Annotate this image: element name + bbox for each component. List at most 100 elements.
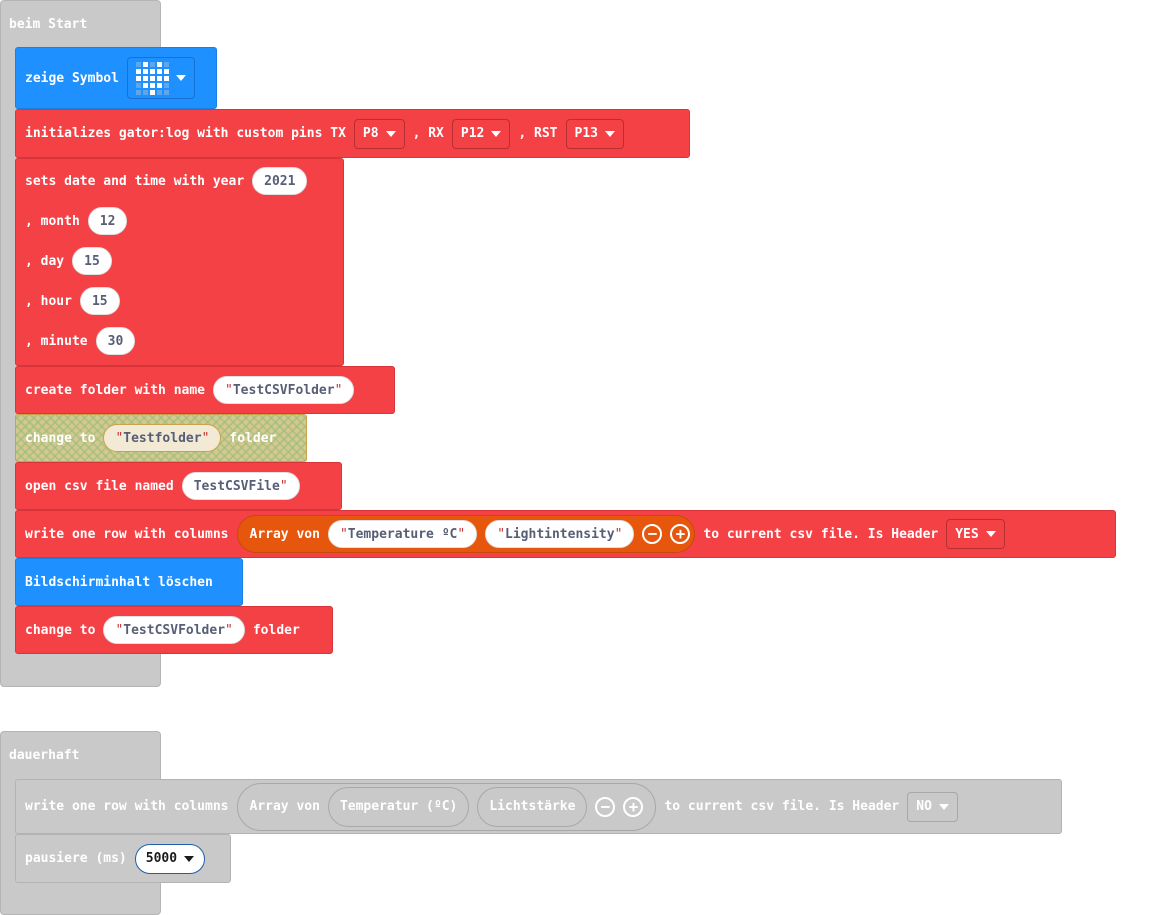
led-pixel [135,89,141,95]
column-2-input[interactable]: " Lightintensity " [485,520,635,548]
pause-block[interactable]: pausiere (ms) 5000 [15,834,231,883]
on-start-label: beim Start [9,17,88,32]
led-pixel [156,75,162,81]
write-row-block[interactable]: write one row with columns Array von " Te… [15,510,1116,558]
write-row-label: write one row with columns [25,799,229,814]
array-block[interactable]: Array von Temperatur (ºC) Lichtstärke − … [236,782,657,831]
year-input[interactable]: 2021 [252,167,308,195]
led-pixel [163,61,169,67]
pause-duration-value: 5000 [145,851,178,866]
day-label: , day [25,253,65,269]
open-csv-block[interactable]: open csv file named TestCSVFile " [15,462,342,510]
column-1-input[interactable]: " Temperature ºC " [327,520,478,548]
csv-name-input[interactable]: TestCSVFile " [181,472,300,500]
column-2-value: Lightintensity [505,526,615,542]
icon-picker[interactable] [126,57,195,99]
led-pixel [149,68,155,74]
hour-input[interactable]: 15 [79,287,120,315]
led-pixel [163,82,169,88]
column-1-value: Temperatur (ºC) [339,799,458,814]
minus-icon[interactable]: − [642,524,663,544]
chevron-down-icon [491,130,502,137]
write-row-disabled-block[interactable]: write one row with columns Array von Tem… [15,779,1062,834]
chevron-down-icon [385,130,396,137]
led-pixel [149,89,155,95]
led-pixel [142,89,148,95]
column-2-input[interactable]: Lichtstärke [477,786,588,827]
change-to-label: change to [25,622,96,638]
led-pixel [142,75,148,81]
day-row: , day 15 [25,241,112,281]
led-pixel [156,61,162,67]
change-folder-value: TestCSVFolder [123,622,226,638]
led-pixel [156,82,162,88]
month-label: , month [25,213,80,229]
change-folder-input[interactable]: " Testfolder " [103,424,222,452]
change-folder-disabled-block[interactable]: change to " Testfolder " folder [15,414,307,462]
array-label: Array von [249,526,320,542]
pause-duration-dropdown[interactable]: 5000 [134,843,206,874]
led-pixel [135,61,141,67]
pause-label: pausiere (ms) [25,851,127,866]
minute-label: , minute [25,333,88,349]
header-dropdown[interactable]: YES [946,519,1005,549]
set-datetime-block[interactable]: sets date and time with year 2021 , mont… [15,158,344,366]
rst-pin-dropdown[interactable]: P13 [565,118,624,149]
heart-icon [135,61,169,95]
led-pixel [135,68,141,74]
rst-label: , RST [518,126,558,141]
tx-pin-dropdown[interactable]: P8 [353,118,405,149]
forever-label: dauerhaft [9,748,80,763]
change-folder-input[interactable]: " TestCSVFolder " [103,616,245,644]
hour-label: , hour [25,293,72,309]
hour-row: , hour 15 [25,281,120,321]
led-pixel [149,75,155,81]
led-pixel [149,61,155,67]
led-pixel [163,89,169,95]
show-icon-block[interactable]: zeige Symbol [15,47,217,109]
led-pixel [142,68,148,74]
led-pixel [135,82,141,88]
column-1-value: Temperature ºC [347,526,458,542]
clear-screen-block[interactable]: Bildschirminhalt löschen [15,558,243,606]
array-label: Array von [249,799,320,814]
minute-input[interactable]: 30 [95,327,136,355]
rst-pin-value: P13 [574,126,598,141]
plus-icon[interactable]: + [670,524,691,544]
minus-icon[interactable]: − [595,796,616,817]
led-pixel [163,68,169,74]
led-pixel [135,75,141,81]
tx-pin-value: P8 [362,126,379,141]
chevron-down-icon [604,130,615,137]
plus-icon[interactable]: + [623,796,644,817]
init-gatorlog-block[interactable]: initializes gator:log with custom pins T… [15,109,690,158]
array-block[interactable]: Array von " Temperature ºC " " Lightintensi… [236,515,696,553]
change-folder-block[interactable]: change to " TestCSVFolder " folder [15,606,333,654]
column-2-value: Lichtstärke [489,799,576,814]
column-1-input[interactable]: Temperatur (ºC) [327,786,470,827]
write-row-suffix: to current csv file. Is Header [664,799,900,814]
open-csv-label: open csv file named [25,478,174,494]
change-folder-value: Testfolder [123,430,202,446]
create-folder-label: create folder with name [25,382,206,398]
chevron-down-icon [938,803,949,810]
led-pixel [149,82,155,88]
led-pixel [163,75,169,81]
write-row-label: write one row with columns [25,526,229,542]
show-icon-label: zeige Symbol [25,70,119,86]
chevron-down-icon [184,855,195,862]
rx-label: , RX [412,126,444,141]
minute-row: , minute 30 [25,321,136,361]
month-input[interactable]: 12 [87,207,128,235]
header-dropdown[interactable]: NO [907,791,958,822]
led-pixel [156,89,162,95]
create-folder-block[interactable]: create folder with name " TestCSVFolder " [15,366,395,414]
year-row: sets date and time with year 2021 [25,161,308,201]
led-pixel [142,61,148,67]
folder-name-input[interactable]: " TestCSVFolder " [213,376,355,404]
init-label: initializes gator:log with custom pins T… [25,126,346,141]
chevron-down-icon [985,531,996,537]
day-input[interactable]: 15 [72,247,112,275]
folder-suffix-label: folder [252,622,300,638]
rx-pin-dropdown[interactable]: P12 [451,118,511,149]
